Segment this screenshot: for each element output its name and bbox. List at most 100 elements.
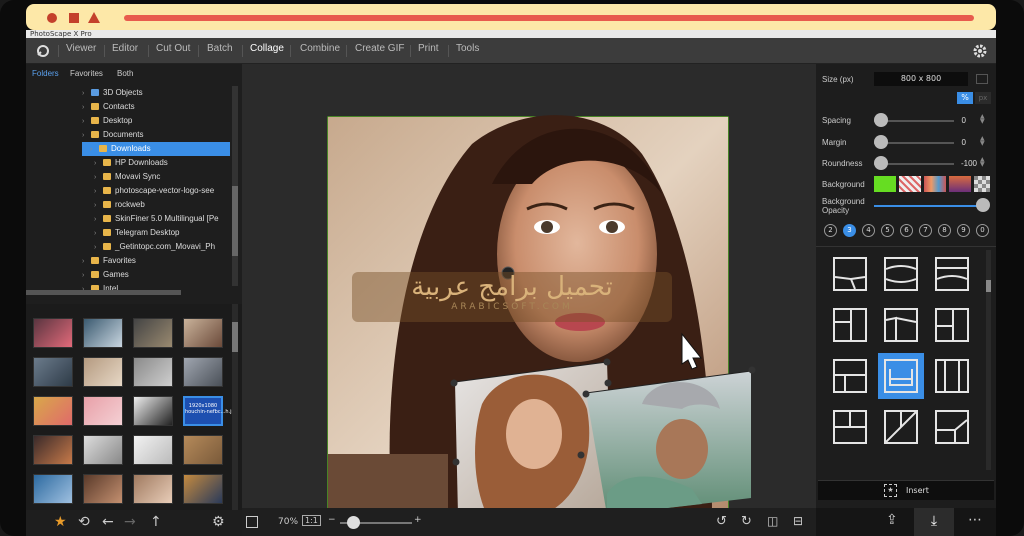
thumbnail[interactable] bbox=[33, 357, 73, 387]
menu-print[interactable]: Print bbox=[418, 43, 439, 54]
tree-item[interactable]: › photoscape-vector-logo-see bbox=[94, 184, 230, 198]
layout-option[interactable] bbox=[827, 404, 873, 450]
chevron-right-icon[interactable]: › bbox=[82, 129, 91, 142]
chevron-right-icon[interactable]: › bbox=[82, 87, 91, 100]
thumbnail[interactable] bbox=[83, 435, 123, 465]
tree-item[interactable]: › HP Downloads bbox=[94, 156, 230, 170]
star-icon[interactable]: ★ bbox=[54, 514, 67, 530]
chevron-right-icon[interactable]: › bbox=[94, 213, 103, 226]
layout-option[interactable] bbox=[827, 353, 873, 399]
thumbnail[interactable] bbox=[83, 474, 123, 504]
chevron-right-icon[interactable]: › bbox=[82, 101, 91, 114]
link-icon[interactable] bbox=[976, 74, 988, 84]
chevron-right-icon[interactable]: › bbox=[94, 241, 103, 254]
bg-opacity-slider[interactable] bbox=[976, 198, 990, 212]
flip-horizontal-icon[interactable]: ◫ bbox=[767, 514, 778, 528]
square-icon[interactable] bbox=[69, 13, 79, 23]
more-icon[interactable]: ⋯ bbox=[968, 512, 982, 528]
tab-both[interactable]: Both bbox=[117, 69, 133, 78]
percent-toggle[interactable]: % bbox=[957, 92, 973, 104]
thumbnail[interactable] bbox=[133, 318, 173, 348]
chevron-right-icon[interactable]: › bbox=[82, 115, 91, 128]
tree-item[interactable]: › Movavi Sync bbox=[94, 170, 230, 184]
menu-combine[interactable]: Combine bbox=[300, 43, 340, 54]
menu-collage[interactable]: Collage bbox=[250, 43, 284, 54]
refresh-icon[interactable]: ⟲ bbox=[78, 514, 90, 530]
tree-scrollbar[interactable] bbox=[232, 86, 238, 286]
roundness-stepper[interactable]: ▲ ▼ bbox=[980, 157, 985, 168]
margin-value[interactable]: 0 bbox=[936, 138, 966, 147]
rotate-right-icon[interactable]: ↻ bbox=[741, 514, 752, 529]
thumbnail[interactable] bbox=[83, 318, 123, 348]
tree-item[interactable]: › 3D Objects bbox=[82, 86, 230, 100]
tree-item[interactable]: › Telegram Desktop bbox=[94, 226, 230, 240]
collage-photo-2[interactable] bbox=[455, 362, 612, 508]
menu-cut-out[interactable]: Cut Out bbox=[156, 43, 190, 54]
zoom-out-button[interactable]: − bbox=[328, 515, 336, 525]
count-option[interactable]: 9 bbox=[957, 224, 970, 237]
chevron-right-icon[interactable]: › bbox=[94, 199, 103, 212]
chevron-right-icon[interactable]: › bbox=[94, 157, 103, 170]
tab-favorites[interactable]: Favorites bbox=[70, 69, 103, 78]
logo-icon[interactable] bbox=[36, 44, 50, 58]
triangle-icon[interactable] bbox=[88, 12, 100, 23]
layout-option[interactable] bbox=[929, 404, 975, 450]
thumbnail[interactable] bbox=[83, 396, 123, 426]
count-option[interactable]: 6 bbox=[900, 224, 913, 237]
zoom-slider[interactable] bbox=[347, 516, 360, 529]
count-option[interactable]: 7 bbox=[919, 224, 932, 237]
layout-option[interactable] bbox=[827, 251, 873, 297]
margin-slider[interactable] bbox=[874, 135, 888, 149]
thumb-scrollbar[interactable] bbox=[232, 304, 238, 514]
circle-icon[interactable] bbox=[47, 13, 57, 23]
save-button[interactable]: ⤓ bbox=[914, 508, 954, 536]
tab-folders[interactable]: Folders bbox=[32, 69, 59, 78]
tree-item[interactable]: › Favorites bbox=[82, 254, 230, 268]
roundness-value[interactable]: -100 bbox=[947, 159, 977, 168]
roundness-slider[interactable] bbox=[874, 156, 888, 170]
bg-transparent[interactable] bbox=[974, 176, 990, 192]
tree-item[interactable]: › _Getintopc.com_Movavi_Ph bbox=[94, 240, 230, 254]
menu-create-gif[interactable]: Create GIF bbox=[355, 43, 404, 54]
px-toggle[interactable]: px bbox=[975, 92, 991, 104]
tree-item[interactable]: › Games bbox=[82, 268, 230, 282]
thumbnail[interactable]: 1920x1080 houchin-nefbc...h.jpg bbox=[183, 396, 238, 426]
count-option[interactable]: 4 bbox=[862, 224, 875, 237]
size-value-field[interactable]: 800 x 800 bbox=[874, 72, 968, 86]
chevron-right-icon[interactable]: › bbox=[94, 171, 103, 184]
bg-pattern-stripes[interactable] bbox=[924, 176, 946, 192]
bg-pattern-dots[interactable] bbox=[899, 176, 921, 192]
thumbnail[interactable] bbox=[83, 357, 123, 387]
layout-option[interactable] bbox=[827, 302, 873, 348]
collage-photo-3[interactable] bbox=[586, 371, 751, 508]
menu-tools[interactable]: Tools bbox=[456, 43, 479, 54]
layout-option[interactable] bbox=[929, 302, 975, 348]
thumbnail[interactable] bbox=[133, 396, 173, 426]
count-option[interactable]: 2 bbox=[824, 224, 837, 237]
tree-item[interactable]: › SkinFiner 5.0 Multilingual [Pe bbox=[94, 212, 230, 226]
flip-vertical-icon[interactable]: ⊟ bbox=[793, 514, 803, 528]
chevron-right-icon[interactable]: › bbox=[82, 269, 91, 282]
tree-item[interactable]: › Contacts bbox=[82, 100, 230, 114]
layout-scrollbar[interactable] bbox=[986, 250, 991, 470]
bg-gradient[interactable] bbox=[949, 176, 971, 192]
share-icon[interactable]: ⇪ bbox=[886, 512, 898, 528]
count-option[interactable]: 5 bbox=[881, 224, 894, 237]
gear-icon[interactable] bbox=[972, 43, 988, 59]
margin-stepper[interactable]: ▲ ▼ bbox=[980, 136, 985, 147]
thumbnail[interactable] bbox=[183, 318, 223, 348]
spacing-value[interactable]: 0 bbox=[936, 116, 966, 125]
back-arrow-icon[interactable]: ← bbox=[102, 514, 114, 530]
rotate-left-icon[interactable]: ↺ bbox=[716, 514, 727, 529]
thumbnail[interactable] bbox=[33, 435, 73, 465]
layout-option[interactable] bbox=[878, 404, 924, 450]
menu-batch[interactable]: Batch bbox=[207, 43, 233, 54]
tree-item[interactable]: › Documents bbox=[82, 128, 230, 142]
layout-option[interactable] bbox=[878, 353, 924, 399]
thumbnail[interactable] bbox=[133, 474, 173, 504]
settings-gear-icon[interactable]: ⚙ bbox=[212, 514, 225, 530]
count-option[interactable]: 8 bbox=[938, 224, 951, 237]
insert-button[interactable]: ★ Insert bbox=[818, 480, 994, 500]
zoom-in-button[interactable]: + bbox=[414, 515, 422, 525]
forward-arrow-icon[interactable]: → bbox=[124, 514, 136, 530]
